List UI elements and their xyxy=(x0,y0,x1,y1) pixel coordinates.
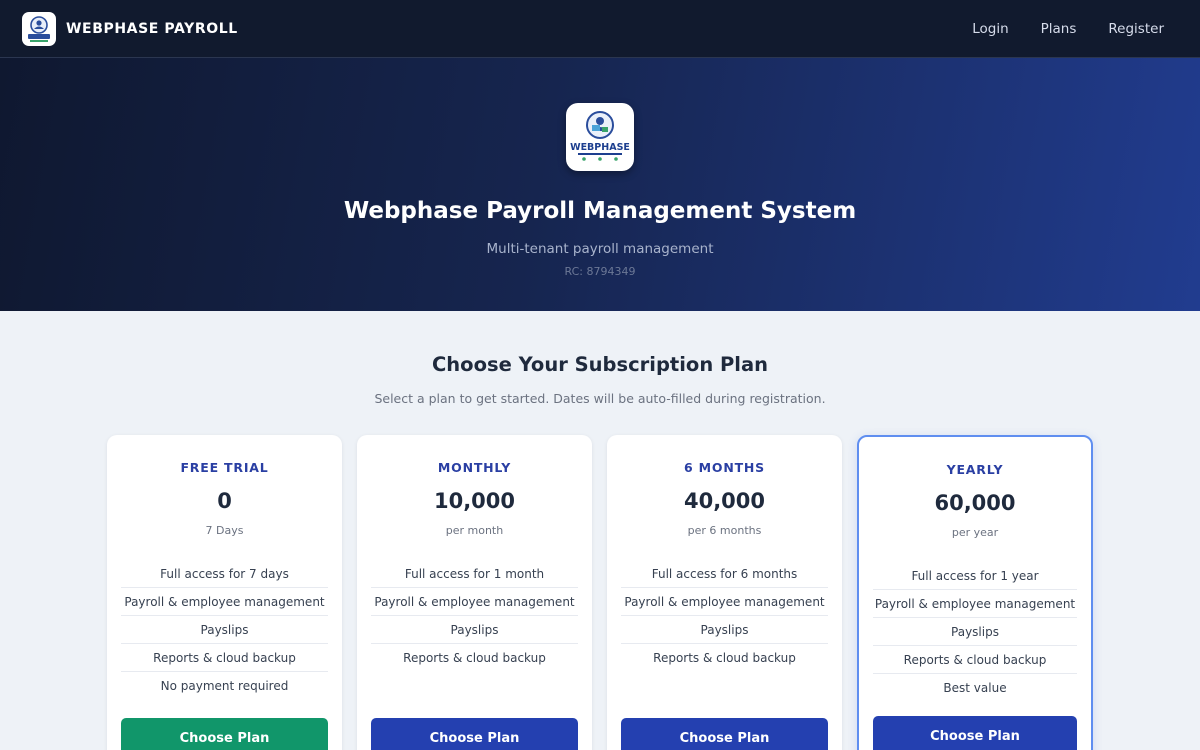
plan-period: 7 Days xyxy=(205,524,244,537)
top-navbar: WEBPHASE PAYROLL Login Plans Register xyxy=(0,0,1200,58)
plan-features: Full access for 7 days Payroll & employe… xyxy=(121,560,328,700)
plan-card-6-months: 6 MONTHS 40,000 per 6 months Full access… xyxy=(607,435,842,750)
plan-feature: Payslips xyxy=(121,616,328,644)
plan-price: 40,000 xyxy=(683,489,766,513)
choose-plan-button-monthly[interactable]: Choose Plan xyxy=(371,718,578,750)
plan-name: FREE TRIAL xyxy=(180,460,269,475)
plan-feature: Payslips xyxy=(371,616,578,644)
plan-feature: Reports & cloud backup xyxy=(403,651,546,665)
plan-feature: Reports & cloud backup xyxy=(121,644,328,672)
plan-feature: Best value xyxy=(943,681,1007,695)
plan-name: YEARLY xyxy=(946,462,1004,477)
nav-links: Login Plans Register xyxy=(972,21,1178,37)
plan-name: 6 MONTHS xyxy=(684,460,765,475)
plan-period: per year xyxy=(951,526,999,539)
plan-feature: Payroll & employee management xyxy=(371,588,578,616)
brand-name: WEBPHASE PAYROLL xyxy=(66,20,238,37)
plan-feature: Payslips xyxy=(621,616,828,644)
plan-price: 0 xyxy=(217,489,232,513)
hero-subtitle: Multi-tenant payroll management xyxy=(486,241,714,257)
plan-features: Full access for 6 months Payroll & emplo… xyxy=(621,560,828,672)
plan-feature: Reports & cloud backup xyxy=(653,651,796,665)
plan-features: Full access for 1 year Payroll & employe… xyxy=(873,562,1077,702)
plan-feature: Full access for 1 year xyxy=(873,562,1077,590)
plan-feature: Payslips xyxy=(873,618,1077,646)
plan-period: per month xyxy=(445,524,504,537)
plan-feature: Payroll & employee management xyxy=(873,590,1077,618)
plan-card-free-trial: FREE TRIAL 0 7 Days Full access for 7 da… xyxy=(107,435,342,750)
plan-price: 10,000 xyxy=(433,489,516,513)
choose-plan-button-6-months[interactable]: Choose Plan xyxy=(621,718,828,750)
registration-number: RC: 8794349 xyxy=(564,265,636,278)
plans-title: Choose Your Subscription Plan xyxy=(431,353,769,376)
choose-plan-button-yearly[interactable]: Choose Plan xyxy=(873,716,1077,750)
nav-register-link[interactable]: Register xyxy=(1108,21,1164,37)
plan-card-yearly: YEARLY 60,000 per year Full access for 1… xyxy=(857,435,1093,750)
plan-name: MONTHLY xyxy=(437,460,512,475)
plan-price: 60,000 xyxy=(934,491,1016,515)
hero-title: Webphase Payroll Management System xyxy=(343,198,857,224)
choose-plan-button-free-trial[interactable]: Choose Plan xyxy=(121,718,328,750)
plan-feature: Payroll & employee management xyxy=(121,588,328,616)
plan-feature: Reports & cloud backup xyxy=(873,646,1077,674)
plans-subtitle: Select a plan to get started. Dates will… xyxy=(374,391,826,406)
nav-login-link[interactable]: Login xyxy=(972,21,1008,37)
plan-feature: Full access for 7 days xyxy=(121,560,328,588)
plan-features: Full access for 1 month Payroll & employ… xyxy=(371,560,578,672)
logo-text: WEBPHASE xyxy=(570,142,630,153)
plan-period: per 6 months xyxy=(687,524,762,537)
plan-feature: Payroll & employee management xyxy=(621,588,828,616)
brand-logo-icon xyxy=(22,11,56,46)
plan-feature: Full access for 1 month xyxy=(371,560,578,588)
plan-card-monthly: MONTHLY 10,000 per month Full access for… xyxy=(357,435,592,750)
brand[interactable]: WEBPHASE PAYROLL xyxy=(22,11,238,46)
plan-feature: No payment required xyxy=(160,679,289,693)
hero-banner: WEBPHASE Webphase Payroll Management Sys… xyxy=(0,58,1200,311)
nav-plans-link[interactable]: Plans xyxy=(1041,21,1077,37)
company-logo: WEBPHASE xyxy=(566,103,634,171)
plan-feature: Full access for 6 months xyxy=(621,560,828,588)
